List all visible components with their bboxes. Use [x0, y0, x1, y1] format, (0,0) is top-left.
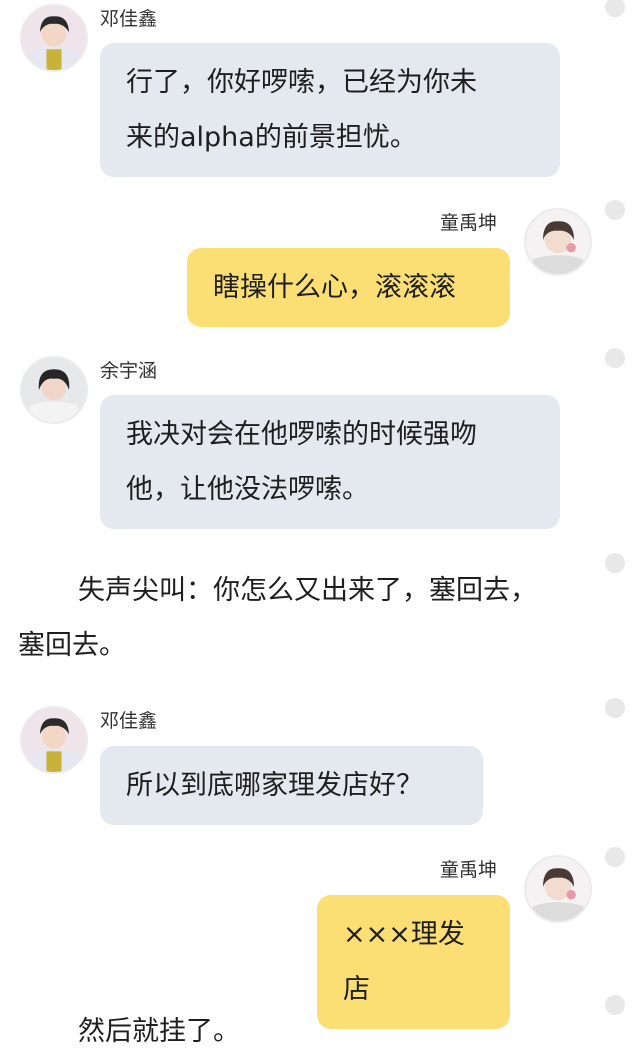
message-text: ×××理发店 [343, 919, 465, 1005]
sender-name: 邓佳鑫 [100, 710, 158, 732]
message-text: 行了，你好啰嗦，已经为你未 [126, 67, 477, 98]
narration-text: 失声尖叫：你怎么又出来了，塞回去， 塞回去。 [18, 563, 618, 673]
more-options-dot[interactable] [605, 200, 625, 220]
message-text: 我决对会在他啰嗦的时候强吻 [126, 419, 477, 450]
avatar-dengjiaxin[interactable] [20, 4, 88, 72]
message-text: 他，让他没法啰嗦。 [126, 474, 369, 505]
avatar-tongyukun[interactable] [524, 208, 592, 276]
narration-line: 失声尖叫：你怎么又出来了，塞回去， [78, 575, 537, 606]
sender-name: 童禹坤 [440, 859, 498, 881]
message-bubble[interactable]: ×××理发店 [317, 895, 510, 1029]
more-options-dot[interactable] [605, 348, 625, 368]
avatar-yuyuhan[interactable] [20, 356, 88, 424]
narration-line: 塞回去。 [18, 630, 126, 661]
sender-name: 邓佳鑫 [100, 8, 158, 30]
sender-name: 余宇涵 [100, 360, 158, 382]
narration-line: 然后就挂了。 [78, 1016, 240, 1047]
message-bubble[interactable]: 我决对会在他啰嗦的时候强吻 他，让他没法啰嗦。 [100, 395, 560, 529]
message-bubble[interactable]: 行了，你好啰嗦，已经为你未 来的alpha的前景担忧。 [100, 43, 560, 177]
narration-text: 然后就挂了。 [78, 1004, 240, 1059]
message-bubble[interactable]: 瞎操什么心，滚滚滚 [187, 248, 510, 327]
message-text: 所以到底哪家理发店好？ [126, 770, 423, 801]
message-bubble[interactable]: 所以到底哪家理发店好？ [100, 746, 483, 825]
more-options-dot[interactable] [605, 698, 625, 718]
message-text: 来的alpha的前景担忧。 [126, 122, 417, 153]
more-options-dot[interactable] [605, 553, 625, 573]
more-options-dot[interactable] [605, 847, 625, 867]
more-options-dot[interactable] [605, 0, 625, 17]
avatar-dengjiaxin[interactable] [20, 706, 88, 774]
sender-name: 童禹坤 [440, 212, 498, 234]
avatar-tongyukun[interactable] [524, 855, 592, 923]
message-text: 瞎操什么心，滚滚滚 [213, 272, 456, 303]
more-options-dot[interactable] [605, 995, 625, 1015]
